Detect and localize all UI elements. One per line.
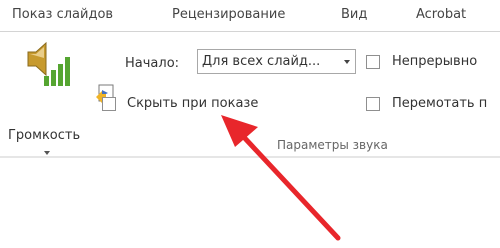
rewind-checkbox[interactable] <box>366 97 380 111</box>
start-dropdown-value: Для всех слайд... <box>202 54 321 69</box>
tab-view[interactable]: Вид <box>341 7 367 22</box>
ribbon-tab-bar: Показ слайдов Рецензирование Вид Acrobat <box>0 0 500 32</box>
tab-acrobat[interactable]: Acrobat <box>416 7 466 22</box>
start-dropdown[interactable]: Для всех слайд... <box>197 49 356 74</box>
start-label: Начало: <box>125 56 180 71</box>
loop-label: Непрерывно <box>392 54 478 69</box>
tab-review[interactable]: Рецензирование <box>172 7 285 22</box>
volume-button[interactable]: Громкость <box>2 34 96 162</box>
audio-options-group-label: Параметры звука <box>277 138 388 152</box>
tab-slide-show[interactable]: Показ слайдов <box>12 7 113 22</box>
speaker-volume-icon <box>27 41 70 86</box>
rewind-label: Перемотать п <box>392 96 488 111</box>
hide-during-show-checkbox[interactable] <box>102 97 116 111</box>
chevron-down-icon <box>344 60 350 64</box>
volume-label: Громкость <box>8 128 81 143</box>
volume-dropdown-arrow-icon <box>44 151 50 155</box>
hide-during-show-label: Скрыть при показе <box>127 96 259 111</box>
ribbon-divider <box>0 156 500 158</box>
loop-checkbox[interactable] <box>366 55 380 69</box>
